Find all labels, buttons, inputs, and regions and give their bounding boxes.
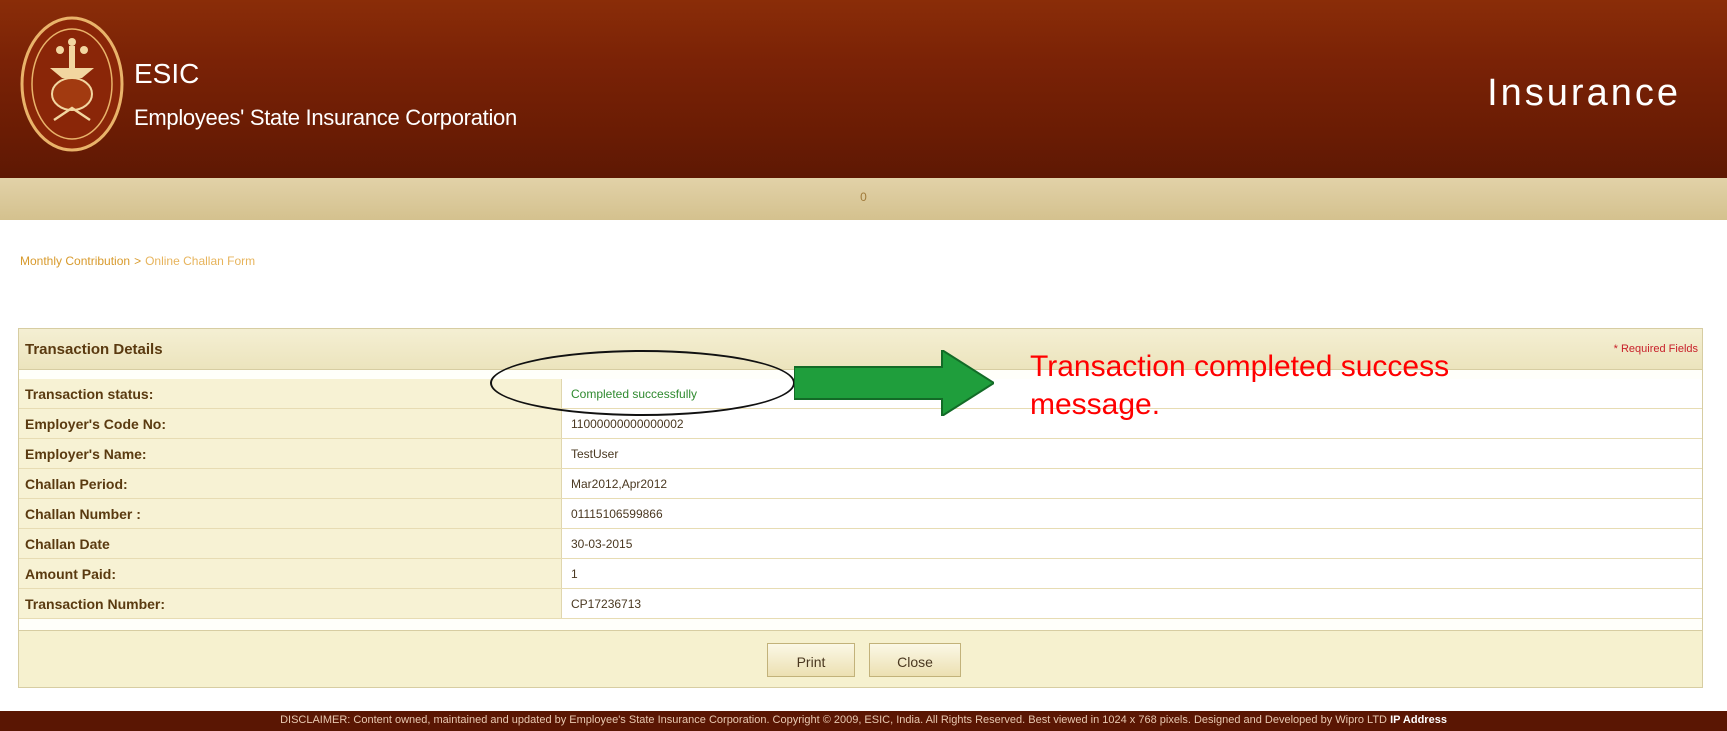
- row-label: Challan Date: [25, 536, 110, 552]
- footer-disclaimer: DISCLAIMER: Content owned, maintained an…: [0, 714, 1727, 726]
- subbar-text: 0: [860, 190, 867, 204]
- action-bar: Print Close: [19, 630, 1702, 687]
- table-row: Transaction Number: CP17236713: [19, 589, 1702, 619]
- table-row: Challan Date 30-03-2015: [19, 529, 1702, 559]
- table-row: Challan Number : 01115106599866: [19, 499, 1702, 529]
- row-label: Challan Period:: [25, 476, 128, 492]
- row-label: Transaction Number:: [25, 596, 166, 612]
- breadcrumb-separator: >: [134, 254, 142, 268]
- org-name: Employees' State Insurance Corporation: [134, 105, 517, 130]
- right-arrow-icon: [794, 350, 994, 416]
- panel-title: Transaction Details: [25, 341, 163, 358]
- row-value: CP17236713: [571, 597, 642, 611]
- row-value: 30-03-2015: [571, 537, 633, 551]
- disclaimer-text: DISCLAIMER: Content owned, maintained an…: [280, 714, 1388, 726]
- row-label: Employer's Name:: [25, 446, 147, 462]
- table-row: Employer's Name: TestUser: [19, 439, 1702, 469]
- row-value: TestUser: [571, 447, 619, 461]
- close-button[interactable]: Close: [869, 643, 961, 677]
- breadcrumb-current: Online Challan Form: [145, 254, 256, 268]
- footer-bar: DISCLAIMER: Content owned, maintained an…: [0, 711, 1727, 731]
- row-label: Challan Number :: [25, 506, 141, 522]
- row-value: 01115106599866: [571, 507, 663, 521]
- row-value: 1: [571, 567, 578, 581]
- print-button[interactable]: Print: [767, 643, 855, 677]
- row-value: 11000000000000002: [571, 417, 684, 431]
- breadcrumb: Monthly Contribution > Online Challan Form: [20, 254, 255, 268]
- row-label: Amount Paid:: [25, 566, 116, 582]
- required-fields-note: * Required Fields: [1613, 343, 1698, 355]
- highlight-ellipse: [490, 350, 795, 416]
- nav-subbar: 0: [0, 178, 1727, 220]
- section-title: Insurance: [1487, 72, 1681, 114]
- row-label: Employer's Code No:: [25, 416, 167, 432]
- brand-name: ESIC: [134, 58, 200, 89]
- row-label: Transaction status:: [25, 386, 154, 402]
- table-row: Challan Period: Mar2012,Apr2012: [19, 469, 1702, 499]
- breadcrumb-parent[interactable]: Monthly Contribution: [20, 254, 130, 268]
- esic-emblem-icon: [20, 16, 124, 152]
- row-value: Mar2012,Apr2012: [571, 477, 668, 491]
- ip-address-label: IP Address: [1390, 714, 1447, 726]
- table-row: Amount Paid: 1: [19, 559, 1702, 589]
- annotation-text: Transaction completed success message.: [1030, 350, 1450, 421]
- site-header: ESIC Employees' State Insurance Corporat…: [0, 0, 1727, 178]
